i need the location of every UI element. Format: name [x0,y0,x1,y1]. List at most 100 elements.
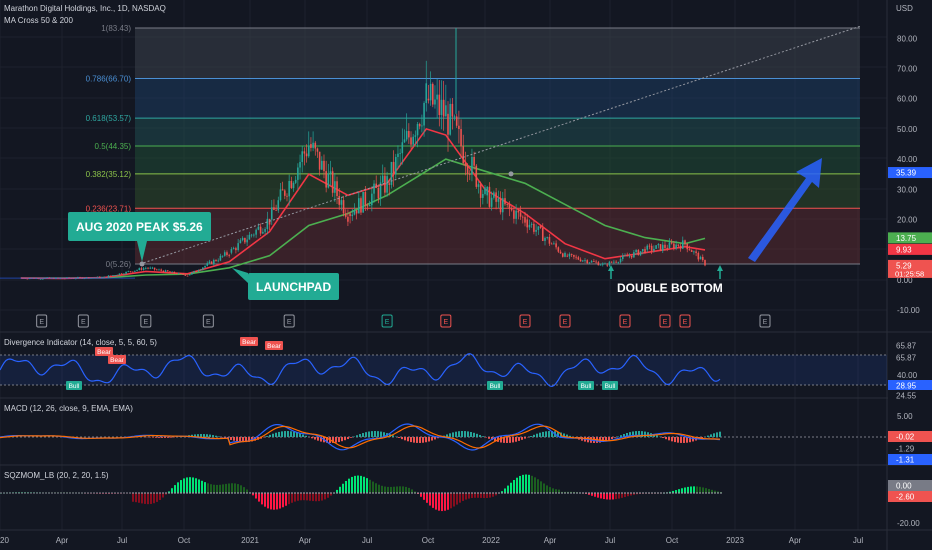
candle-body [488,186,491,207]
sqz-dot [36,492,38,494]
double-bottom-label[interactable]: DOUBLE BOTTOM [617,281,723,295]
sqz-dot [624,492,626,494]
candle-body [366,205,369,207]
earnings-marker-label: E [39,319,44,326]
sqz-bar [534,477,536,493]
sqz-dot [414,492,416,494]
sqz-bar [285,493,287,506]
candle-body [537,226,540,230]
candle-body [410,137,412,145]
candle-body [546,237,549,238]
candle-body [624,255,626,257]
sqz-dot [27,492,29,494]
candle-body [427,98,430,101]
aug-peak-callout[interactable]: AUG 2020 PEAK $5.26 [68,212,211,241]
sqz-bar [423,493,425,500]
sqz-dot [174,492,176,494]
fib-level-label: 1(83.43) [101,24,131,33]
sqz-dot [87,492,89,494]
sqz-bar [135,493,137,503]
candle-body [526,219,529,228]
macd-hist-bar [290,431,292,437]
price-badge-label: 9.93 [896,245,912,254]
fib-zone [135,78,860,119]
indicator-tick: 5.00 [897,412,913,421]
candle-body [535,229,537,232]
sqz-bar [528,474,530,493]
candle-body [160,269,162,271]
macd-hist-bar [410,437,412,443]
candle-body [657,244,660,246]
macd-hist-bar [215,435,217,437]
candle-body [599,264,602,266]
candle-body [173,271,176,274]
candle-body [175,273,178,274]
candle-body [281,189,284,191]
time-tick-label: Jul [853,536,863,545]
sqz-dot [33,492,35,494]
macd-hist-bar [152,437,154,438]
candle-body [217,260,220,262]
indicator-tick: -20.00 [897,519,920,528]
sqz-dot [591,492,593,494]
sqz-dot [333,492,335,494]
candle-body [442,99,445,117]
launchpad-callout[interactable]: LAUNCHPAD [248,273,340,300]
sqz-bar [156,493,158,502]
candle-body [482,194,484,198]
sqz-dot [303,492,305,494]
candle-body [184,274,187,276]
candle-body [237,243,239,251]
candle-body [109,275,112,277]
candle-body [497,198,500,202]
sqz-bar [459,493,461,503]
candle-body [321,160,323,170]
sqz-dot [480,492,482,494]
macd-hist-bar [233,437,235,441]
sqz-bar [153,493,155,504]
sqz-dot [720,492,722,494]
fib-level-label: 0.382(35.12) [86,170,132,179]
sqz-dot [216,492,218,494]
macd-hist-bar [407,437,409,442]
sqz-dot [252,492,254,494]
sqz-dot [120,492,122,494]
macd-hist-bar [275,432,277,437]
candle-body [164,270,167,272]
bull-marker-label: Bull [490,383,501,390]
divergence-panel-title[interactable]: Divergence Indicator (14, close, 5, 5, 6… [4,338,157,347]
candle-body [455,116,458,126]
sqz-dot [417,492,419,494]
indicator-title-ma-cross[interactable]: MA Cross 50 & 200 [4,16,73,25]
macd-hist-bar [422,437,424,443]
macd-hist-bar [542,431,544,437]
chart-canvas[interactable]: 1(83.43) 0.786(66.70) 0.618(53.57) 0.5(44.3… [0,0,932,550]
candle-body [405,131,408,140]
macd-panel-title[interactable]: MACD (12, 26, close, 9, EMA, EMA) [4,404,133,413]
sqz-dot [567,492,569,494]
macd-hist-bar [512,437,514,443]
indicator-badge-label: -2.60 [896,493,915,502]
sqz-bar [270,493,272,510]
sqz-dot [318,492,320,494]
sqz-dot [261,492,263,494]
macd-hist-bar [158,437,160,438]
sqz-dot [387,492,389,494]
symbol-title[interactable]: Marathon Digital Holdings, Inc., 1D, NAS… [4,4,166,13]
candle-body [412,136,414,145]
sqz-dot [309,492,311,494]
sqz-dot [255,492,257,494]
sqz-dot [435,492,437,494]
sqz-dot [81,492,83,494]
sqz-bar [198,479,200,493]
macd-hist-bar [203,434,205,437]
candle-body [177,273,180,274]
sqz-dot [78,492,80,494]
sqzmom-panel-title[interactable]: SQZMOM_LB (20, 2, 20, 1.5) [4,471,108,480]
candle-body [493,192,495,198]
sqz-bar [228,483,230,493]
candle-body [641,249,644,252]
sqz-dot [54,492,56,494]
sqz-dot [717,492,719,494]
candle-body [593,261,595,262]
